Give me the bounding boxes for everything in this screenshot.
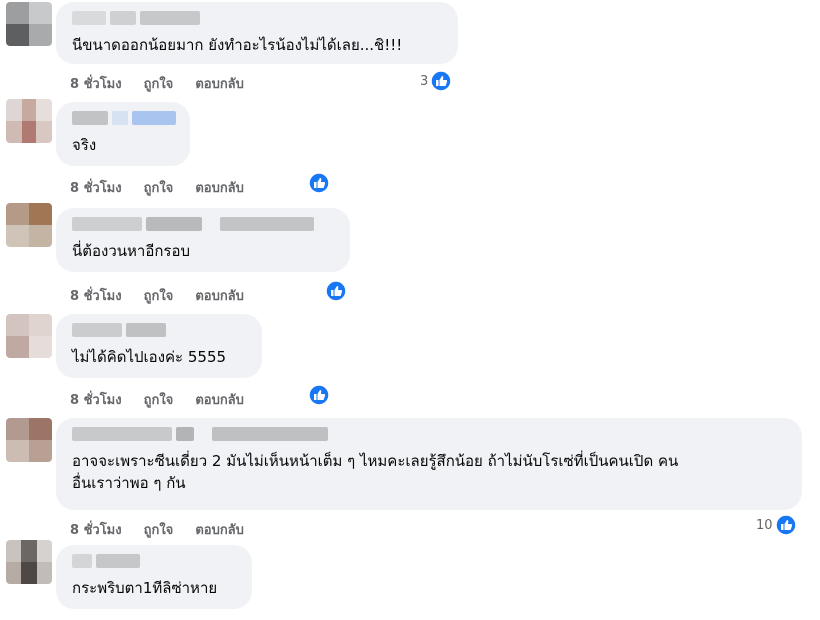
comments-page: { "comments": [ {"text": "นีขนาดออกน้อยม…	[0, 0, 820, 620]
comment-bubble: กระพริบตา1ทีลิซ่าหาย	[56, 545, 252, 609]
comment-text: อาจจะเพราะซีนเดี่ยว 2 มันไม่เห็นหน้าเต็ม…	[72, 452, 679, 470]
comment-text-line-2: อื่นเราว่าพอ ๆ กัน	[72, 474, 186, 492]
like-button[interactable]: ถูกใจ	[144, 177, 174, 198]
avatar[interactable]	[6, 418, 52, 462]
like-icon	[308, 384, 330, 406]
comment-text: นี่ต้องวนหาอีกรอบ	[72, 242, 190, 260]
avatar[interactable]	[6, 314, 52, 358]
like-button[interactable]: ถูกใจ	[144, 73, 174, 94]
comment-actions: 8 ชั่วโมง ถูกใจ ตอบกลับ	[70, 73, 244, 94]
like-icon	[325, 280, 347, 302]
author-name-blurred[interactable]	[72, 426, 788, 442]
author-name-blurred[interactable]	[72, 216, 336, 232]
comment-actions: 8 ชั่วโมง ถูกใจ ตอบกลับ	[70, 285, 244, 306]
author-name-blurred[interactable]	[72, 553, 238, 569]
comment-actions: 8 ชั่วโมง ถูกใจ ตอบกลับ	[70, 519, 244, 540]
avatar[interactable]	[6, 540, 52, 584]
timestamp[interactable]: 8 ชั่วโมง	[70, 519, 122, 540]
author-name-blurred[interactable]	[72, 10, 444, 26]
like-button[interactable]: ถูกใจ	[144, 389, 174, 410]
reaction-count[interactable]	[308, 172, 330, 194]
reaction-count[interactable]: 3	[420, 70, 453, 92]
reaction-count[interactable]: 10	[756, 514, 797, 536]
avatar[interactable]	[6, 203, 52, 247]
like-button[interactable]: ถูกใจ	[144, 519, 174, 540]
like-icon	[774, 514, 797, 536]
comment-text: ไม่ได้คิดไปเองค่ะ 5555	[72, 348, 227, 366]
author-name-blurred[interactable]	[72, 110, 176, 126]
reply-button[interactable]: ตอบกลับ	[195, 285, 244, 306]
timestamp[interactable]: 8 ชั่วโมง	[70, 389, 122, 410]
comment-bubble: นี่ต้องวนหาอีกรอบ	[56, 208, 350, 272]
reply-button[interactable]: ตอบกลับ	[195, 73, 244, 94]
avatar[interactable]	[6, 2, 52, 46]
author-name-blurred[interactable]	[72, 322, 248, 338]
reply-button[interactable]: ตอบกลับ	[195, 519, 244, 540]
timestamp[interactable]: 8 ชั่วโมง	[70, 73, 122, 94]
reply-button[interactable]: ตอบกลับ	[195, 177, 244, 198]
comment-actions: 8 ชั่วโมง ถูกใจ ตอบกลับ	[70, 389, 244, 410]
timestamp[interactable]: 8 ชั่วโมง	[70, 177, 122, 198]
comment-bubble: นีขนาดออกน้อยมาก ยังทำอะไรน้องไม่ได้เลย.…	[56, 2, 458, 64]
like-button[interactable]: ถูกใจ	[144, 285, 174, 306]
reply-button[interactable]: ตอบกลับ	[195, 389, 244, 410]
avatar[interactable]	[6, 99, 52, 143]
like-icon	[308, 172, 330, 194]
reaction-count[interactable]	[308, 384, 330, 406]
comment-bubble: อาจจะเพราะซีนเดี่ยว 2 มันไม่เห็นหน้าเต็ม…	[56, 418, 802, 510]
comment-bubble: ไม่ได้คิดไปเองค่ะ 5555	[56, 314, 262, 378]
comment-bubble: จริง	[56, 102, 190, 166]
comment-text: นีขนาดออกน้อยมาก ยังทำอะไรน้องไม่ได้เลย.…	[72, 36, 403, 54]
comment-actions: 8 ชั่วโมง ถูกใจ ตอบกลับ	[70, 177, 244, 198]
reaction-count-number: 10	[756, 517, 773, 533]
reaction-count-number: 3	[420, 73, 429, 89]
timestamp[interactable]: 8 ชั่วโมง	[70, 285, 122, 306]
comment-text: จริง	[72, 136, 97, 154]
reaction-count[interactable]	[325, 280, 347, 302]
like-icon	[430, 70, 453, 92]
comment-text: กระพริบตา1ทีลิซ่าหาย	[72, 579, 218, 597]
